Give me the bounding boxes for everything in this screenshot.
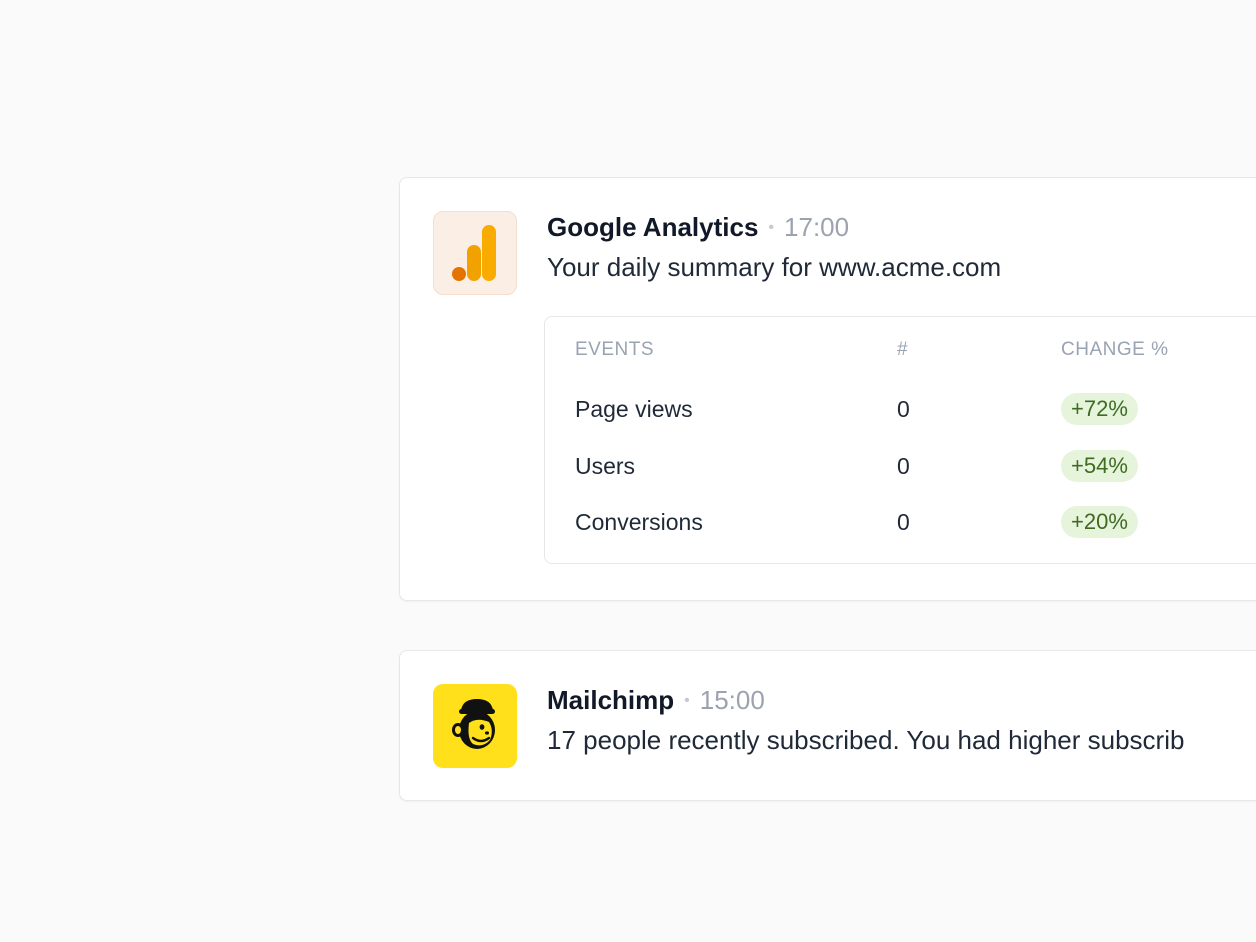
notification-message: Your daily summary for www.acme.com <box>547 252 1002 282</box>
column-header-count: # <box>897 339 909 360</box>
table-row: Conversions 0 +20% <box>545 502 1256 542</box>
event-count: 0 <box>897 396 910 422</box>
google-analytics-logo <box>452 225 496 281</box>
notification-header: Mailchimp • 15:00 <box>547 683 765 718</box>
notification-card-google-analytics[interactable]: Google Analytics • 17:00 Your daily summar… <box>399 177 1256 601</box>
column-header-change: CHANGE % <box>1061 339 1169 360</box>
table-row: Page views 0 +72% <box>545 389 1256 429</box>
google-analytics-icon <box>433 211 517 295</box>
mailchimp-freddie-logo <box>452 699 495 749</box>
notification-message: 17 people recently subscribed. You had h… <box>547 725 1185 755</box>
column-header-events: EVENTS <box>575 339 655 360</box>
summary-table: EVENTS # CHANGE % Page views 0 +72% User… <box>544 316 1256 564</box>
timestamp: 17:00 <box>784 212 850 242</box>
change-badge: +72% <box>1061 393 1138 425</box>
table-row: Users 0 +54% <box>545 446 1256 486</box>
notification-card-mailchimp[interactable]: Mailchimp • 15:00 17 people recently subsc… <box>399 650 1256 801</box>
notification-header: Google Analytics • 17:00 <box>547 210 849 245</box>
separator-dot: • <box>768 219 775 236</box>
change-badge: +54% <box>1061 450 1138 482</box>
timestamp: 15:00 <box>699 685 765 715</box>
event-count: 0 <box>897 453 910 479</box>
event-count: 0 <box>897 509 910 535</box>
mailchimp-icon <box>433 684 517 768</box>
event-name: Users <box>575 453 636 479</box>
app-name: Google Analytics <box>547 212 759 242</box>
separator-dot: • <box>684 692 690 709</box>
event-name: Page views <box>575 396 693 422</box>
change-badge: +20% <box>1061 506 1138 538</box>
event-name: Conversions <box>575 509 703 535</box>
app-name: Mailchimp <box>547 685 675 715</box>
